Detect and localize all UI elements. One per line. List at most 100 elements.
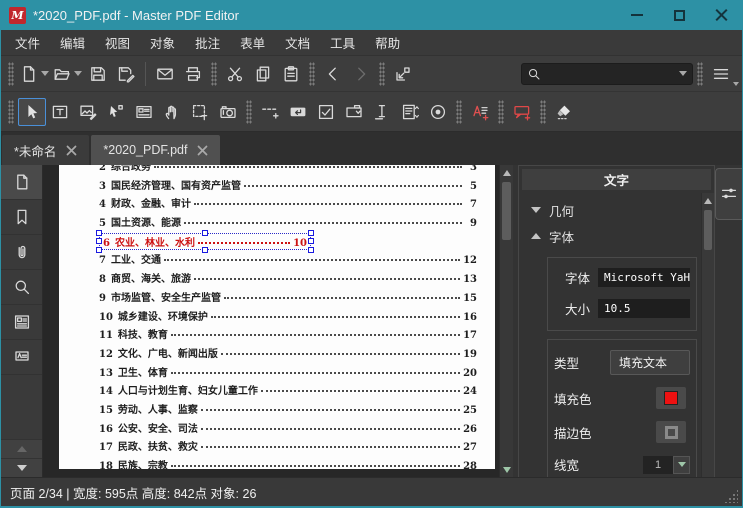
toc-row[interactable]: 2 综合政务 3 xyxy=(99,165,477,177)
line-width-spinner[interactable]: 1 xyxy=(643,455,690,474)
toc-row[interactable]: 10 城乡建设、环境保护 16 xyxy=(99,308,477,327)
minimize-button[interactable] xyxy=(616,0,658,30)
selection-handle[interactable] xyxy=(96,229,102,236)
select-text-area-tool-button[interactable] xyxy=(186,98,214,126)
scroll-up-button[interactable] xyxy=(500,165,513,180)
pages-panel-button[interactable] xyxy=(1,165,42,200)
toc-row[interactable]: 11 科技、教育 17 xyxy=(99,326,477,345)
toc-row[interactable]: 9 市场监管、安全生产监管 15 xyxy=(99,289,477,308)
edit-text-tool-button[interactable] xyxy=(46,98,74,126)
panel-scrollbar[interactable] xyxy=(701,193,714,477)
selection-handle[interactable] xyxy=(202,246,208,253)
font-size-field[interactable]: 10.5 xyxy=(598,299,690,318)
edit-form-tool-button[interactable] xyxy=(130,98,158,126)
toc-row[interactable]: 5 国土资源、能源 9 xyxy=(99,214,477,233)
copy-button[interactable] xyxy=(249,60,277,88)
toc-row[interactable]: 6 农业、林业、水利 10 xyxy=(96,229,477,253)
sidebar-scroll-up-button[interactable] xyxy=(1,439,42,458)
selection-handle[interactable] xyxy=(96,238,102,245)
toc-row[interactable]: 18 民族、宗教 28 xyxy=(99,457,477,469)
text-field-tool-button[interactable] xyxy=(368,98,396,126)
panel-scroll-up-button[interactable] xyxy=(702,193,714,208)
navigate-back-button[interactable] xyxy=(319,60,347,88)
link-tool-button[interactable] xyxy=(256,98,284,126)
toc-row[interactable]: 7 工业、交通 12 xyxy=(99,251,477,270)
toolbar-drag-handle[interactable] xyxy=(498,99,504,124)
toc-row[interactable]: 17 民政、扶贫、救灾 27 xyxy=(99,438,477,457)
fit-view-button[interactable] xyxy=(389,60,417,88)
toolbar-drag-handle[interactable] xyxy=(540,99,546,124)
attachments-panel-button[interactable] xyxy=(1,235,42,270)
close-button[interactable] xyxy=(700,0,742,30)
toc-row[interactable]: 16 公安、安全、司法 26 xyxy=(99,420,477,439)
tab-close-button[interactable] xyxy=(66,145,77,156)
section-geometry[interactable]: 几何 xyxy=(527,197,695,223)
resize-grip[interactable] xyxy=(724,489,738,503)
text-type-dropdown[interactable]: 填充文本 xyxy=(610,350,690,375)
fill-color-button[interactable] xyxy=(656,387,686,409)
toolbar-drag-handle[interactable] xyxy=(456,99,462,124)
search-panel-button[interactable] xyxy=(1,270,42,305)
menu-item[interactable]: 文件 xyxy=(5,29,50,56)
panel-scrollbar-thumb[interactable] xyxy=(704,210,712,250)
selection-handle[interactable] xyxy=(308,246,314,253)
toc-row[interactable]: 3 国民经济管理、国有资产监管 5 xyxy=(99,177,477,196)
radio-field-tool-button[interactable] xyxy=(424,98,452,126)
selection-handle[interactable] xyxy=(308,229,314,236)
main-menu-button[interactable] xyxy=(707,60,735,88)
toolbar-drag-handle[interactable] xyxy=(8,99,14,124)
font-name-field[interactable]: Microsoft YaHei xyxy=(598,268,690,287)
paste-button[interactable] xyxy=(277,60,305,88)
save-as-button[interactable] xyxy=(112,60,140,88)
toc-row[interactable]: 12 文化、广电、新闻出版 19 xyxy=(99,345,477,364)
menu-item[interactable]: 对象 xyxy=(140,29,185,56)
toolbar-drag-handle[interactable] xyxy=(697,61,703,86)
new-document-button[interactable] xyxy=(18,60,51,88)
highlight-tool-button[interactable] xyxy=(550,98,578,126)
toolbar-drag-handle[interactable] xyxy=(211,61,217,86)
signatures-panel-button[interactable] xyxy=(1,340,42,375)
tab-close-button[interactable] xyxy=(197,145,208,156)
form-fields-panel-button[interactable] xyxy=(1,305,42,340)
selected-text-object[interactable]: 6 农业、林业、水利 10 xyxy=(96,229,314,253)
listbox-field-tool-button[interactable] xyxy=(396,98,424,126)
snapshot-tool-button[interactable] xyxy=(214,98,242,126)
selection-handle[interactable] xyxy=(202,229,208,236)
toc-row[interactable]: 13 卫生、体育 20 xyxy=(99,364,477,383)
toolbar-drag-handle[interactable] xyxy=(246,99,252,124)
edit-path-tool-button[interactable] xyxy=(102,98,130,126)
document-tab[interactable]: *2020_PDF.pdf xyxy=(91,135,221,165)
section-font[interactable]: 字体 xyxy=(527,223,695,249)
toc-row[interactable]: 15 劳动、人事、监察 25 xyxy=(99,401,477,420)
button-field-tool-button[interactable] xyxy=(284,98,312,126)
toc-row[interactable]: 14 人口与计划生育、妇女儿童工作 24 xyxy=(99,382,477,401)
search-input[interactable] xyxy=(541,66,676,81)
cut-button[interactable] xyxy=(221,60,249,88)
menu-item[interactable]: 文档 xyxy=(275,29,320,56)
menu-item[interactable]: 帮助 xyxy=(365,29,410,56)
properties-toggle-tab[interactable] xyxy=(715,168,742,220)
print-button[interactable] xyxy=(179,60,207,88)
stroke-color-button[interactable] xyxy=(656,421,686,443)
document-scrollbar[interactable] xyxy=(499,165,513,477)
menu-item[interactable]: 表单 xyxy=(230,29,275,56)
menu-item[interactable]: 工具 xyxy=(320,29,365,56)
open-file-button[interactable] xyxy=(51,60,84,88)
search-box[interactable] xyxy=(521,62,693,85)
scrollbar-thumb[interactable] xyxy=(502,182,511,240)
toc-row[interactable]: 4 财政、金融、审计 7 xyxy=(99,195,477,214)
edit-image-tool-button[interactable] xyxy=(74,98,102,126)
save-button[interactable] xyxy=(84,60,112,88)
line-width-dropdown-button[interactable] xyxy=(673,455,690,474)
toolbar-drag-handle[interactable] xyxy=(379,61,385,86)
selection-handle[interactable] xyxy=(308,238,314,245)
send-email-button[interactable] xyxy=(151,60,179,88)
toolbar-drag-handle[interactable] xyxy=(8,61,14,86)
selection-handle[interactable] xyxy=(96,246,102,253)
hand-tool-button[interactable] xyxy=(158,98,186,126)
checkbox-field-tool-button[interactable] xyxy=(312,98,340,126)
document-tab[interactable]: *未命名 xyxy=(2,135,90,165)
toolbar-drag-handle[interactable] xyxy=(309,61,315,86)
combobox-field-tool-button[interactable] xyxy=(340,98,368,126)
line-width-value[interactable]: 1 xyxy=(643,455,673,474)
